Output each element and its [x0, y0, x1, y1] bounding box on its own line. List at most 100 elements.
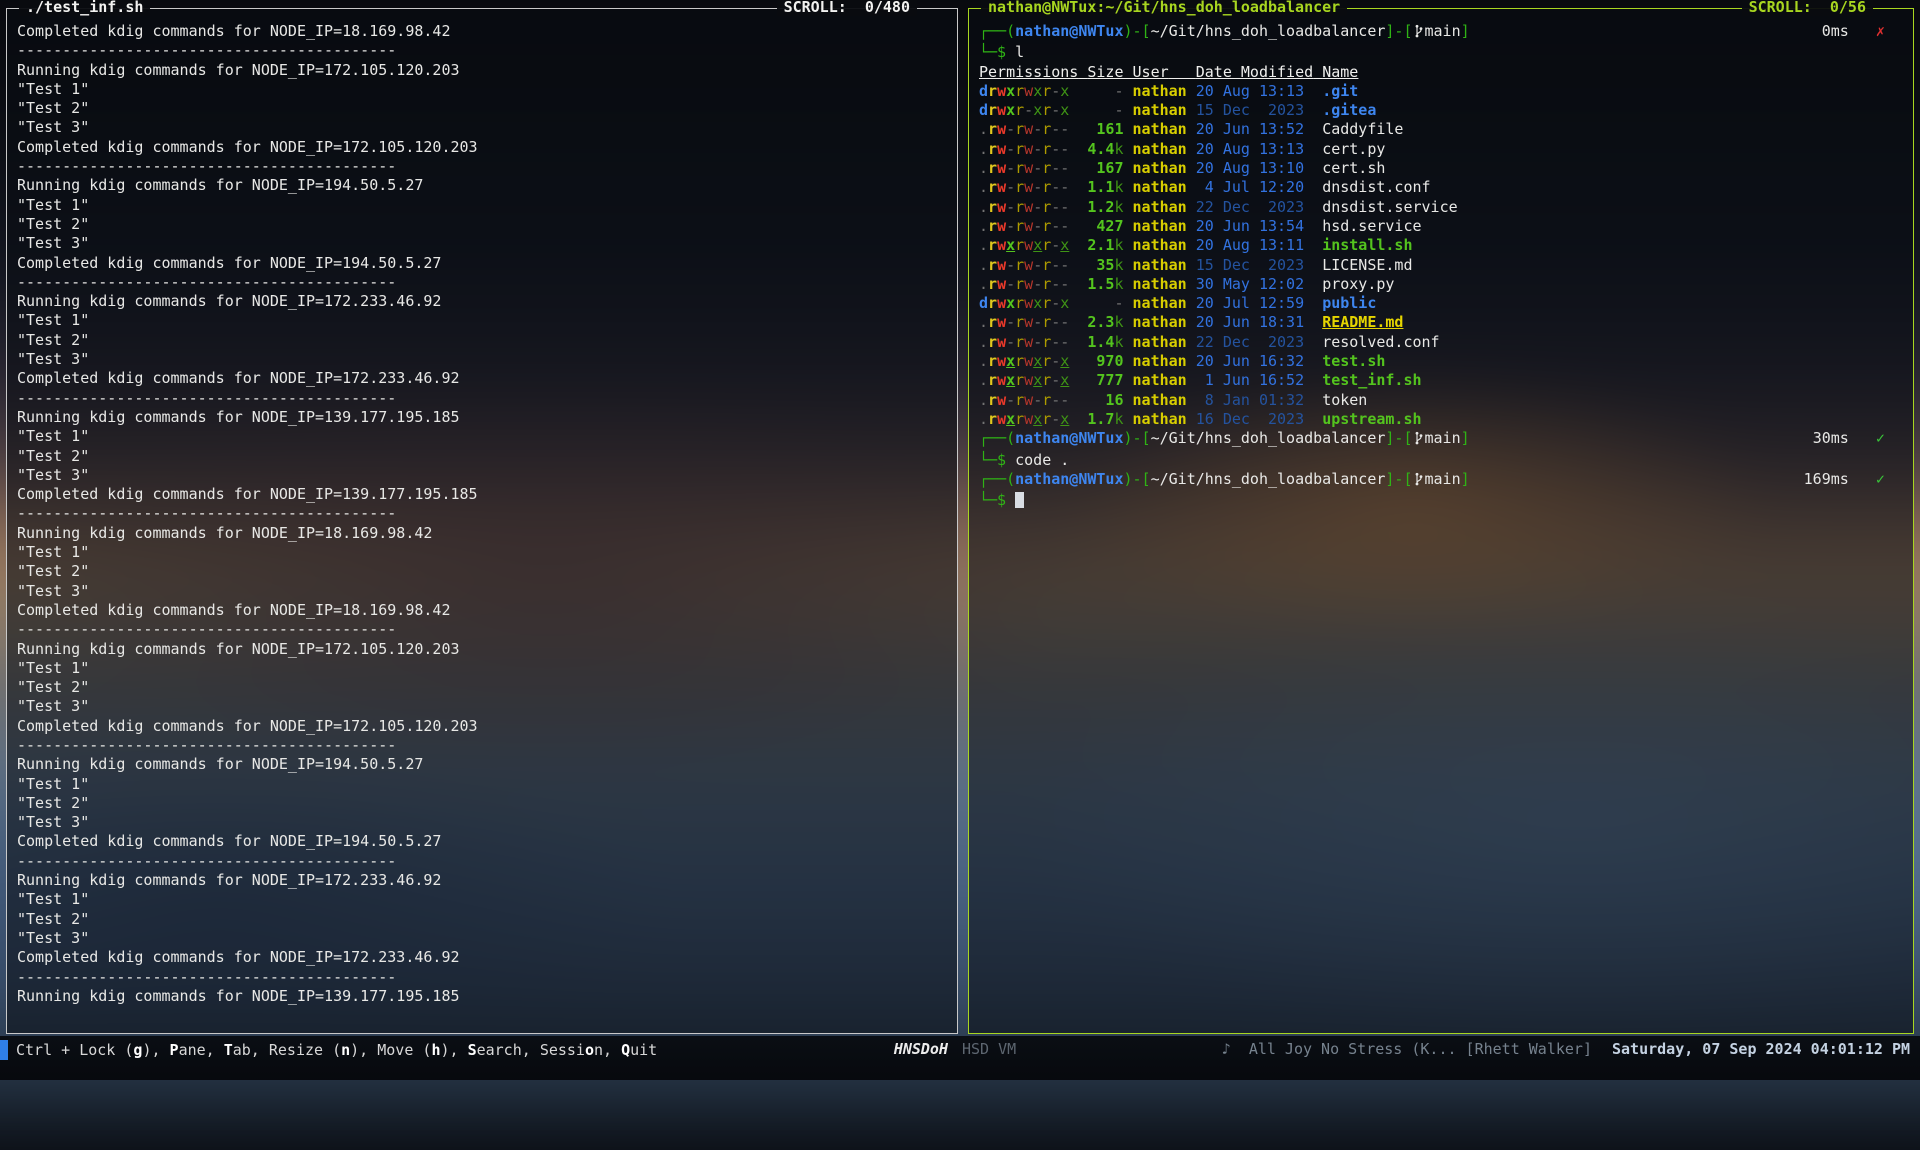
terminal-line: Running kdig commands for NODE_IP=172.10… — [17, 61, 947, 80]
terminal-line: Running kdig commands for NODE_IP=194.50… — [17, 176, 947, 195]
terminal-line: "Test 3" — [17, 118, 947, 137]
music-note-icon: ♪ — [1222, 1040, 1231, 1058]
terminal-line: Completed kdig commands for NODE_IP=194.… — [17, 832, 947, 851]
terminal-line: Completed kdig commands for NODE_IP=172.… — [17, 138, 947, 157]
command-line-2: └─$ code . — [979, 451, 1903, 470]
terminal-line: Running kdig commands for NODE_IP=172.23… — [17, 871, 947, 890]
command-line-1: └─$ l — [979, 43, 1903, 62]
terminal-line: Completed kdig commands for NODE_IP=139.… — [17, 485, 947, 504]
terminal-line: "Test 2" — [17, 331, 947, 350]
terminal-line: "Test 3" — [17, 929, 947, 948]
terminal-line: "Test 1" — [17, 659, 947, 678]
terminal-cursor — [1015, 492, 1024, 508]
terminal-line: "Test 2" — [17, 910, 947, 929]
command-duration-3: 169ms ✓ — [1804, 470, 1903, 491]
terminal-line: "Test 1" — [17, 890, 947, 909]
file-row: drwxr-xr-x - nathan 15 Dec 2023 .gitea — [979, 101, 1903, 120]
terminal-line: ----------------------------------------… — [17, 273, 947, 292]
terminal-line: ----------------------------------------… — [17, 968, 947, 987]
git-branch-icon — [1414, 24, 1424, 43]
file-row: .rw-rw-r-- 1.2k nathan 22 Dec 2023 dnsdi… — [979, 198, 1903, 217]
vm-label: HSD VM — [962, 1040, 1016, 1058]
file-row: .rw-rw-r-- 1.5k nathan 30 May 12:02 prox… — [979, 275, 1903, 294]
mode-indicator-block — [0, 1040, 8, 1060]
session-info: HNSDoH HSD VM — [894, 1040, 1016, 1058]
command-status-ok-icon: ✓ — [1876, 429, 1885, 447]
command-duration-2: 30ms ✓ — [1813, 429, 1903, 450]
terminal-line: ----------------------------------------… — [17, 389, 947, 408]
prompt-line-2: ┌──(nathan@NWTux)-[~/Git/hns_doh_loadbal… — [979, 429, 1903, 450]
terminal-line: "Test 2" — [17, 99, 947, 118]
command-line-current[interactable]: └─$ — [979, 491, 1903, 510]
terminal-line: "Test 1" — [17, 775, 947, 794]
terminal-line: "Test 1" — [17, 311, 947, 330]
terminal-line: "Test 3" — [17, 813, 947, 832]
file-row: .rw-rw-r-- 167 nathan 20 Aug 13:10 cert.… — [979, 159, 1903, 178]
file-row: .rw-rw-r-- 1.1k nathan 4 Jul 12:20 dnsdi… — [979, 178, 1903, 197]
command-status-fail-icon: ✗ — [1876, 22, 1885, 40]
file-row: .rw-rw-r-- 1.4k nathan 22 Dec 2023 resol… — [979, 333, 1903, 352]
file-row: .rw-rw-r-- 2.3k nathan 20 Jun 18:31 READ… — [979, 313, 1903, 332]
terminal-line: "Test 1" — [17, 80, 947, 99]
session-name: HNSDoH — [894, 1040, 948, 1058]
file-row: .rw-rw-r-- 4.4k nathan 20 Aug 13:13 cert… — [979, 140, 1903, 159]
datetime: Saturday, 07 Sep 2024 04:01:12 PM — [1612, 1040, 1910, 1058]
terminal-line: Running kdig commands for NODE_IP=18.169… — [17, 524, 947, 543]
file-row: .rw-rw-r-- 16 nathan 8 Jan 01:32 token — [979, 391, 1903, 410]
left-terminal-pane[interactable]: ./test_inf.sh SCROLL: 0/480 Completed kd… — [6, 8, 958, 1034]
terminal-line: "Test 2" — [17, 794, 947, 813]
terminal-line: "Test 3" — [17, 582, 947, 601]
terminal-line: ----------------------------------------… — [17, 157, 947, 176]
terminal-line: Completed kdig commands for NODE_IP=172.… — [17, 717, 947, 736]
terminal-line: Completed kdig commands for NODE_IP=18.1… — [17, 601, 947, 620]
terminal-line: Running kdig commands for NODE_IP=172.23… — [17, 292, 947, 311]
terminal-line: "Test 1" — [17, 196, 947, 215]
file-table-rows: drwxrwxr-x - nathan 20 Aug 13:13 .gitdrw… — [979, 82, 1903, 429]
terminal-line: Running kdig commands for NODE_IP=139.17… — [17, 408, 947, 427]
file-row: .rwxrwxr-x 777 nathan 1 Jun 16:52 test_i… — [979, 371, 1903, 390]
terminal-line: "Test 2" — [17, 447, 947, 466]
file-row: drwxrwxr-x - nathan 20 Jul 12:59 public — [979, 294, 1903, 313]
file-row: .rw-rw-r-- 427 nathan 20 Jun 13:54 hsd.s… — [979, 217, 1903, 236]
git-branch-icon — [1414, 472, 1424, 491]
terminal-line: "Test 1" — [17, 543, 947, 562]
file-row: .rw-rw-r-- 35k nathan 15 Dec 2023 LICENS… — [979, 256, 1903, 275]
command-status-ok-icon: ✓ — [1876, 470, 1885, 488]
terminal-line: Running kdig commands for NODE_IP=139.17… — [17, 987, 947, 1006]
terminal-line: "Test 2" — [17, 678, 947, 697]
terminal-line: "Test 3" — [17, 466, 947, 485]
terminal-line: Completed kdig commands for NODE_IP=172.… — [17, 369, 947, 388]
status-bar-right: ♪ All Joy No Stress (K... [Rhett Walker]… — [1016, 1040, 1920, 1058]
status-bar: Ctrl + Lock (g), Pane, Tab, Resize (n), … — [0, 1036, 1920, 1080]
command-duration-1: 0ms ✗ — [1822, 22, 1903, 43]
terminal-line: "Test 3" — [17, 697, 947, 716]
prompt-line-3: ┌──(nathan@NWTux)-[~/Git/hns_doh_loadbal… — [979, 470, 1903, 491]
terminal-line: Running kdig commands for NODE_IP=172.10… — [17, 640, 947, 659]
terminal-line: ----------------------------------------… — [17, 41, 947, 60]
now-playing: ♪ All Joy No Stress (K... [Rhett Walker] — [1222, 1040, 1592, 1058]
terminal-line: "Test 2" — [17, 215, 947, 234]
terminal-line: ----------------------------------------… — [17, 620, 947, 639]
terminal-line: Completed kdig commands for NODE_IP=172.… — [17, 948, 947, 967]
terminal-line: "Test 3" — [17, 234, 947, 253]
terminal-line: "Test 3" — [17, 350, 947, 369]
terminal-line: ----------------------------------------… — [17, 504, 947, 523]
git-branch-icon — [1414, 431, 1424, 450]
file-table-header: Permissions Size User Date Modified Name — [979, 63, 1903, 82]
prompt-line-1: ┌──(nathan@NWTux)-[~/Git/hns_doh_loadbal… — [979, 22, 1903, 43]
terminal-line: ----------------------------------------… — [17, 736, 947, 755]
file-row: .rwxrwxr-x 2.1k nathan 20 Aug 13:11 inst… — [979, 236, 1903, 255]
file-row: drwxrwxr-x - nathan 20 Aug 13:13 .git — [979, 82, 1903, 101]
hint-text: Ctrl + Lock (g), Pane, Tab, Resize (n), … — [16, 1041, 657, 1059]
right-pane-content[interactable]: ┌──(nathan@NWTux)-[~/Git/hns_doh_loadbal… — [969, 9, 1913, 1033]
terminal-line: "Test 2" — [17, 562, 947, 581]
left-pane-lines[interactable]: Completed kdig commands for NODE_IP=18.1… — [7, 9, 957, 1033]
terminal-line: Running kdig commands for NODE_IP=194.50… — [17, 755, 947, 774]
right-terminal-pane[interactable]: nathan@NWTux:~/Git/hns_doh_loadbalancer … — [968, 8, 1914, 1034]
file-row: .rwxrwxr-x 1.7k nathan 16 Dec 2023 upstr… — [979, 410, 1903, 429]
terminal-line: Completed kdig commands for NODE_IP=194.… — [17, 254, 947, 273]
file-row: .rwxrwxr-x 970 nathan 20 Jun 16:32 test.… — [979, 352, 1903, 371]
terminal-line: ----------------------------------------… — [17, 852, 947, 871]
file-row: .rw-rw-r-- 161 nathan 20 Jun 13:52 Caddy… — [979, 120, 1903, 139]
terminal-line: Completed kdig commands for NODE_IP=18.1… — [17, 22, 947, 41]
